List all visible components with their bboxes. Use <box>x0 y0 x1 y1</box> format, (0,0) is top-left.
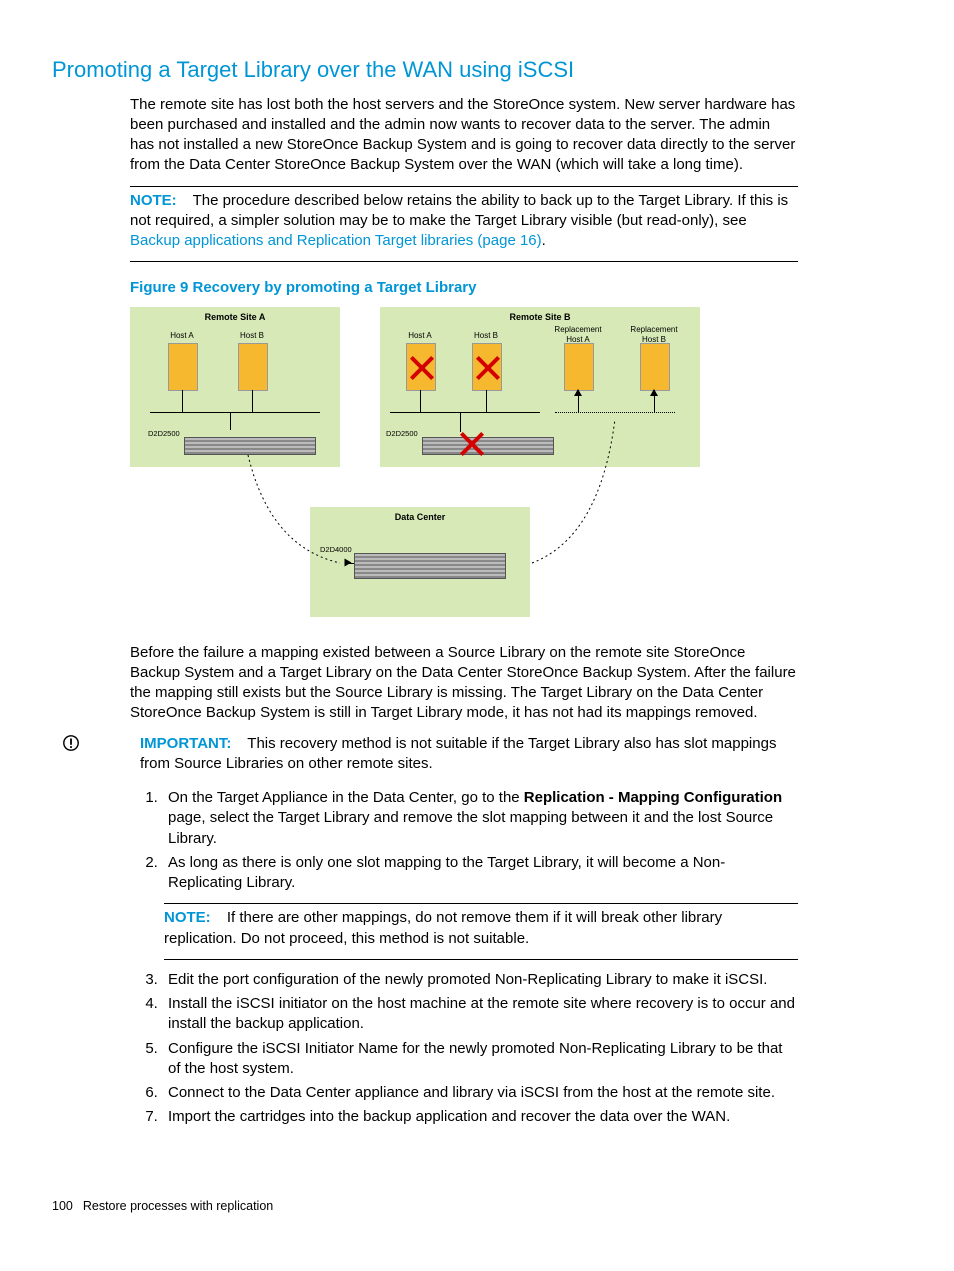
figure-diagram: Remote Site A Host A Host B D2D2500 Remo… <box>130 307 700 627</box>
footer-chapter: Restore processes with replication <box>83 1198 273 1215</box>
note-block: NOTE: The procedure described below reta… <box>130 186 798 263</box>
steps-list: On the Target Appliance in the Data Cent… <box>134 788 798 893</box>
step-6: Connect to the Data Center appliance and… <box>162 1083 798 1103</box>
curve-lines <box>130 307 700 627</box>
note-text-before: The procedure described below retains th… <box>130 192 788 229</box>
important-text: This recovery method is not suitable if … <box>140 735 776 772</box>
inner-note-label: NOTE: <box>164 909 211 926</box>
step-1: On the Target Appliance in the Data Cent… <box>162 788 798 849</box>
intro-paragraph: The remote site has lost both the host s… <box>130 95 798 176</box>
after-figure-paragraph: Before the failure a mapping existed bet… <box>130 643 798 724</box>
important-icon <box>52 734 140 779</box>
section-heading: Promoting a Target Library over the WAN … <box>52 55 798 85</box>
step-4: Install the iSCSI initiator on the host … <box>162 994 798 1035</box>
important-block: IMPORTANT: This recovery method is not s… <box>52 734 798 779</box>
page-footer: 100 Restore processes with replication <box>52 1198 798 1215</box>
note-label: NOTE: <box>130 192 177 209</box>
inner-note-text: If there are other mappings, do not remo… <box>164 909 722 946</box>
important-label: IMPORTANT: <box>140 735 231 752</box>
inner-note-block: NOTE: If there are other mappings, do no… <box>164 903 798 960</box>
note-text-after: . <box>542 232 546 249</box>
page-number: 100 <box>52 1198 73 1215</box>
step-7: Import the cartridges into the backup ap… <box>162 1107 798 1127</box>
step-3: Edit the port configuration of the newly… <box>162 970 798 990</box>
steps-list-cont: Edit the port configuration of the newly… <box>134 970 798 1128</box>
step-5: Configure the iSCSI Initiator Name for t… <box>162 1039 798 1080</box>
figure-caption: Figure 9 Recovery by promoting a Target … <box>130 278 798 298</box>
step-2: As long as there is only one slot mappin… <box>162 853 798 894</box>
note-link[interactable]: Backup applications and Replication Targ… <box>130 232 542 249</box>
